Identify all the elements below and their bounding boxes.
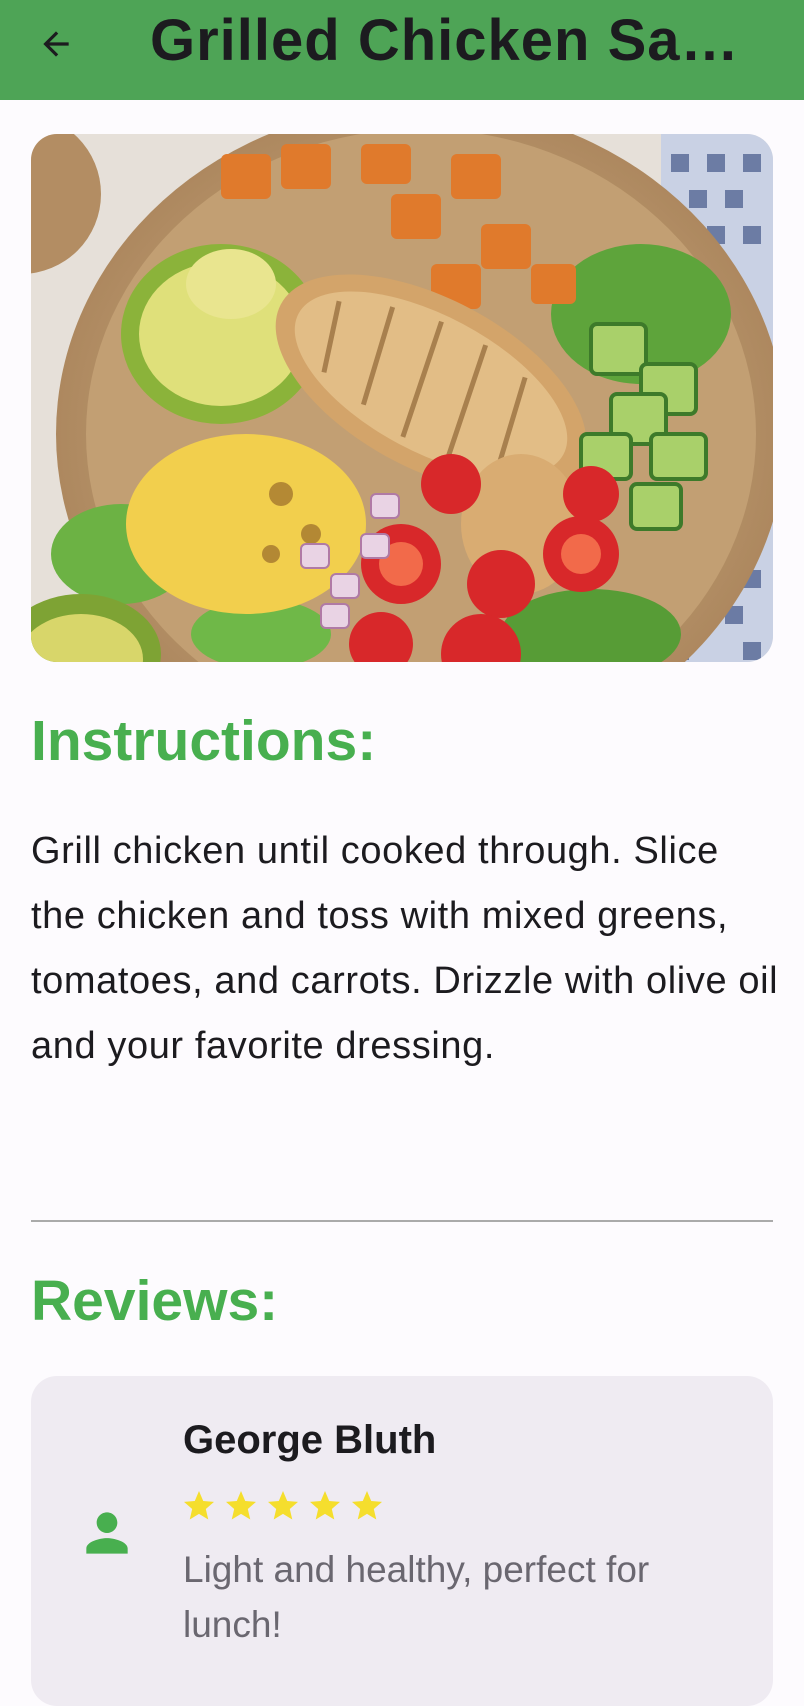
back-button[interactable]: [34, 22, 78, 66]
instructions-text: Grill chicken until cooked through. Slic…: [31, 830, 779, 1067]
star-rating: [181, 1488, 385, 1524]
review-card: George Bluth Light and healthy, perfect …: [31, 1376, 773, 1706]
star-icon: [184, 1491, 214, 1520]
person-icon: [86, 1512, 128, 1554]
star-icon: [268, 1491, 298, 1520]
star-icon: [226, 1491, 256, 1520]
page-title: Grilled Chicken Sa…: [150, 8, 740, 73]
instructions-heading: Instructions:: [31, 709, 377, 773]
star-icon: [310, 1491, 340, 1520]
review-comment: Light and healthy, perfect for lunch!: [183, 1549, 650, 1645]
reviews-heading: Reviews:: [31, 1269, 279, 1333]
section-divider: [31, 1220, 773, 1222]
reviewer-name: George Bluth: [183, 1418, 437, 1462]
star-icon: [352, 1491, 382, 1520]
app-bar: Grilled Chicken Sa…: [0, 0, 804, 100]
arrow-left-icon: [43, 31, 69, 57]
recipe-image: [31, 134, 773, 662]
